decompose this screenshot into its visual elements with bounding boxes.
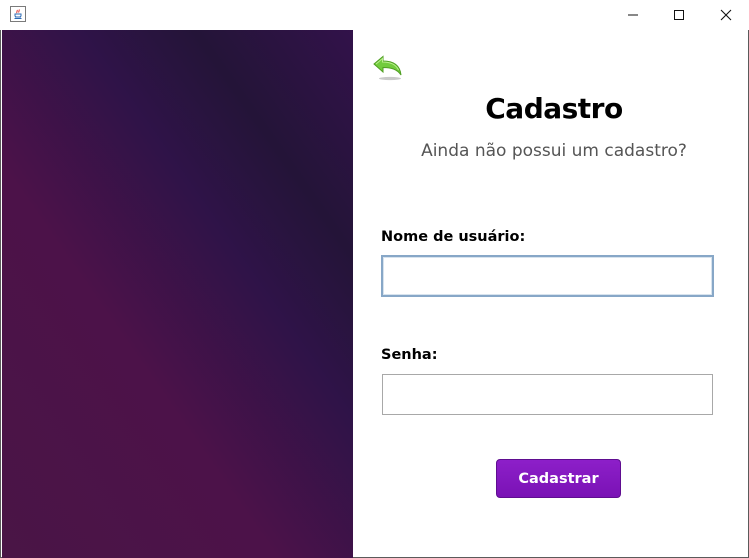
username-label: Nome de usuário:: [381, 229, 526, 245]
decorative-gradient-panel: [2, 30, 353, 558]
register-button[interactable]: Cadastrar: [496, 459, 621, 498]
username-input[interactable]: [381, 255, 714, 297]
password-input[interactable]: [382, 374, 713, 415]
page-title: Cadastro: [485, 92, 623, 125]
title-bar: [0, 0, 749, 30]
close-button[interactable]: [703, 0, 749, 30]
close-icon: [720, 9, 732, 21]
minimize-button[interactable]: [610, 0, 656, 30]
minimize-icon: [628, 14, 638, 16]
back-arrow-icon[interactable]: [372, 55, 404, 81]
password-label: Senha:: [381, 347, 438, 363]
maximize-icon: [674, 10, 684, 20]
java-icon[interactable]: [10, 6, 26, 22]
maximize-button[interactable]: [656, 0, 702, 30]
page-subtitle: Ainda não possui um cadastro?: [421, 141, 687, 161]
